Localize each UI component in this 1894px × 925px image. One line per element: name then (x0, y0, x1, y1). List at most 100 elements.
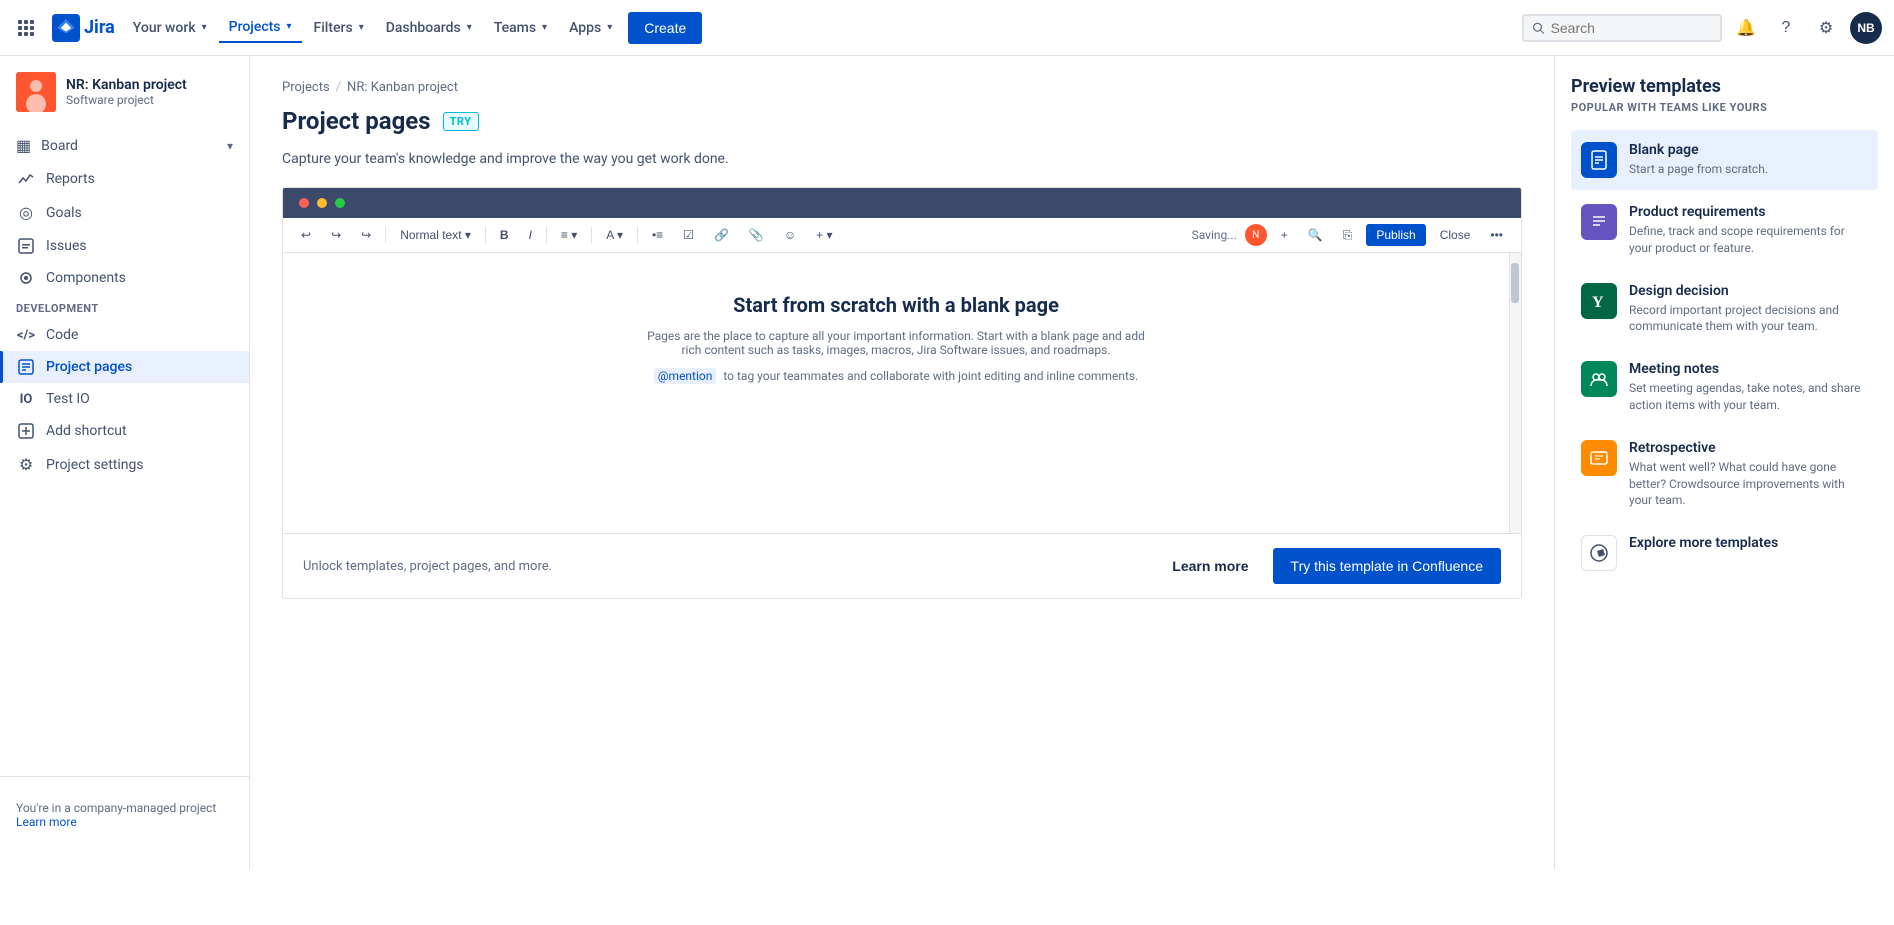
search-box[interactable] (1522, 14, 1722, 42)
toolbar-text-style[interactable]: Normal text ▾ (394, 226, 477, 244)
toolbar-more[interactable]: + ▾ (810, 226, 838, 244)
template-info-design-decision: Design decision Record important project… (1629, 283, 1868, 336)
toolbar-link[interactable]: 🔗 (708, 226, 735, 244)
template-item-product-requirements[interactable]: Product requirements Define, track and s… (1571, 192, 1878, 269)
publish-button[interactable]: Publish (1366, 224, 1425, 246)
toolbar-undo[interactable]: ↩ (295, 226, 317, 244)
nav-projects[interactable]: Projects ▾ (219, 13, 302, 43)
toolbar-sep3 (546, 227, 547, 243)
template-item-explore[interactable]: Explore more templates (1571, 523, 1878, 583)
template-item-blank-page[interactable]: Blank page Start a page from scratch. (1571, 130, 1878, 190)
settings-button[interactable]: ⚙ (1810, 12, 1842, 44)
unlock-text: Unlock templates, project pages, and mor… (303, 559, 552, 574)
sidebar-item-project-pages[interactable]: Project pages (0, 351, 249, 383)
sidebar-item-project-settings[interactable]: ⚙ Project settings (0, 447, 249, 482)
template-desc-design-decision: Record important project decisions and c… (1629, 302, 1868, 336)
sidebar: NR: Kanban project Software project ▦ Bo… (0, 56, 250, 869)
template-name-blank-page: Blank page (1629, 142, 1768, 158)
template-item-design-decision[interactable]: Y Design decision Record important proje… (1571, 271, 1878, 348)
toolbar-plus[interactable]: + (1275, 226, 1294, 244)
chevron-down-icon: ▾ (287, 21, 292, 32)
editor-toolbar: ↩ ↪ ↪ Normal text ▾ B I ≡ ▾ A ▾ •≡ ☑ 🔗 📎… (283, 218, 1521, 253)
toolbar-italic[interactable]: I (523, 226, 538, 244)
create-button[interactable]: Create (628, 12, 702, 44)
toolbar-sep2 (485, 227, 486, 243)
search-input[interactable] (1551, 20, 1712, 36)
template-name-retrospective: Retrospective (1629, 440, 1868, 456)
nav-your-work[interactable]: Your work ▾ (123, 14, 217, 42)
try-badge: TRY (443, 112, 479, 131)
toolbar-redo[interactable]: ↪ (325, 226, 347, 244)
goals-icon: ◎ (16, 203, 36, 222)
template-icon-retrospective (1581, 440, 1617, 476)
editor-page-title: Start from scratch with a blank page (363, 293, 1429, 317)
editor-scrollbar[interactable] (1509, 253, 1521, 533)
editor-content-area: Start from scratch with a blank page Pag… (283, 253, 1521, 533)
board-icon: ▦ (16, 136, 31, 155)
reports-icon (16, 171, 36, 187)
chevron-down-icon: ▾ (607, 22, 612, 33)
learn-more-button[interactable]: Learn more (1160, 550, 1260, 582)
template-icon-explore (1581, 535, 1617, 571)
template-info-retrospective: Retrospective What went well? What could… (1629, 440, 1868, 509)
sidebar-item-board[interactable]: ▦ Board ▾ (0, 128, 249, 163)
nav-apps[interactable]: Apps ▾ (559, 14, 622, 42)
page-header: Project pages TRY (282, 107, 1522, 135)
sidebar-item-add-shortcut[interactable]: Add shortcut (0, 415, 249, 447)
nav-filters[interactable]: Filters ▾ (304, 14, 374, 42)
toolbar-align[interactable]: ≡ ▾ (555, 226, 583, 244)
template-info-blank-page: Blank page Start a page from scratch. (1629, 142, 1768, 178)
template-item-retrospective[interactable]: Retrospective What went well? What could… (1571, 428, 1878, 521)
toolbar-bold[interactable]: B (494, 226, 515, 244)
template-icon-blank-page (1581, 142, 1617, 178)
bottom-actions: Learn more Try this template in Confluen… (1160, 548, 1501, 584)
editor-page-desc: Pages are the place to capture all your … (646, 329, 1146, 357)
template-desc-retrospective: What went well? What could have gone bet… (1629, 459, 1868, 509)
panel-subtitle: POPULAR WITH TEAMS LIKE YOURS (1571, 101, 1878, 114)
toolbar-list[interactable]: •≡ (646, 226, 669, 244)
chevron-down-icon: ▾ (359, 22, 364, 33)
toolbar-sep5 (637, 227, 638, 243)
toolbar-sep (385, 227, 386, 243)
grid-icon (18, 20, 34, 36)
help-button[interactable]: ? (1770, 12, 1802, 44)
jira-logo[interactable]: Jira (52, 14, 115, 42)
toolbar-color[interactable]: A ▾ (600, 226, 629, 244)
template-item-meeting-notes[interactable]: Meeting notes Set meeting agendas, take … (1571, 349, 1878, 426)
toolbar-emoji[interactable]: ☺ (778, 226, 802, 244)
try-confluence-button[interactable]: Try this template in Confluence (1273, 548, 1501, 584)
user-avatar[interactable]: NB (1850, 12, 1882, 44)
template-desc-blank-page: Start a page from scratch. (1629, 161, 1768, 178)
sidebar-item-issues[interactable]: Issues (0, 230, 249, 262)
nav-teams[interactable]: Teams ▾ (484, 14, 557, 42)
grid-menu-button[interactable] (12, 14, 40, 42)
toolbar-checklist[interactable]: ☑ (677, 226, 700, 244)
nav-dashboards[interactable]: Dashboards ▾ (376, 14, 482, 42)
company-managed-text: You're in a company-managed project Lear… (0, 793, 249, 837)
template-info-meeting-notes: Meeting notes Set meeting agendas, take … (1629, 361, 1868, 414)
chevron-down-icon: ▾ (542, 22, 547, 33)
editor-body: Start from scratch with a blank page Pag… (283, 253, 1509, 533)
page-description: Capture your team's knowledge and improv… (282, 151, 1522, 167)
more-options-button[interactable]: ••• (1484, 226, 1509, 244)
sidebar-bottom: You're in a company-managed project Lear… (0, 776, 249, 853)
toolbar-attach[interactable]: 📎 (743, 226, 770, 244)
template-icon-meeting-notes (1581, 361, 1617, 397)
sidebar-item-test-io[interactable]: IO Test IO (0, 383, 249, 415)
toolbar-share[interactable]: ⎘ (1337, 226, 1359, 245)
learn-more-link[interactable]: Learn more (16, 815, 77, 829)
sidebar-item-code[interactable]: </> Code (0, 319, 249, 351)
sidebar-item-reports[interactable]: Reports (0, 163, 249, 195)
toolbar-redo2[interactable]: ↪ (355, 226, 377, 244)
right-panel: Preview templates POPULAR WITH TEAMS LIK… (1554, 56, 1894, 869)
toolbar-right: Saving... N + 🔍 ⎘ Publish Close ••• (1192, 224, 1509, 246)
close-button[interactable]: Close (1434, 226, 1477, 244)
notifications-button[interactable]: 🔔 (1730, 12, 1762, 44)
nav-items: Your work ▾ Projects ▾ Filters ▾ Dashboa… (123, 12, 702, 44)
toolbar-search[interactable]: 🔍 (1302, 226, 1329, 244)
sidebar-item-goals[interactable]: ◎ Goals (0, 195, 249, 230)
jira-logo-text: Jira (84, 17, 115, 38)
breadcrumb-projects[interactable]: Projects (282, 80, 330, 95)
sidebar-item-components[interactable]: Components (0, 262, 249, 294)
template-name-product-requirements: Product requirements (1629, 204, 1868, 220)
